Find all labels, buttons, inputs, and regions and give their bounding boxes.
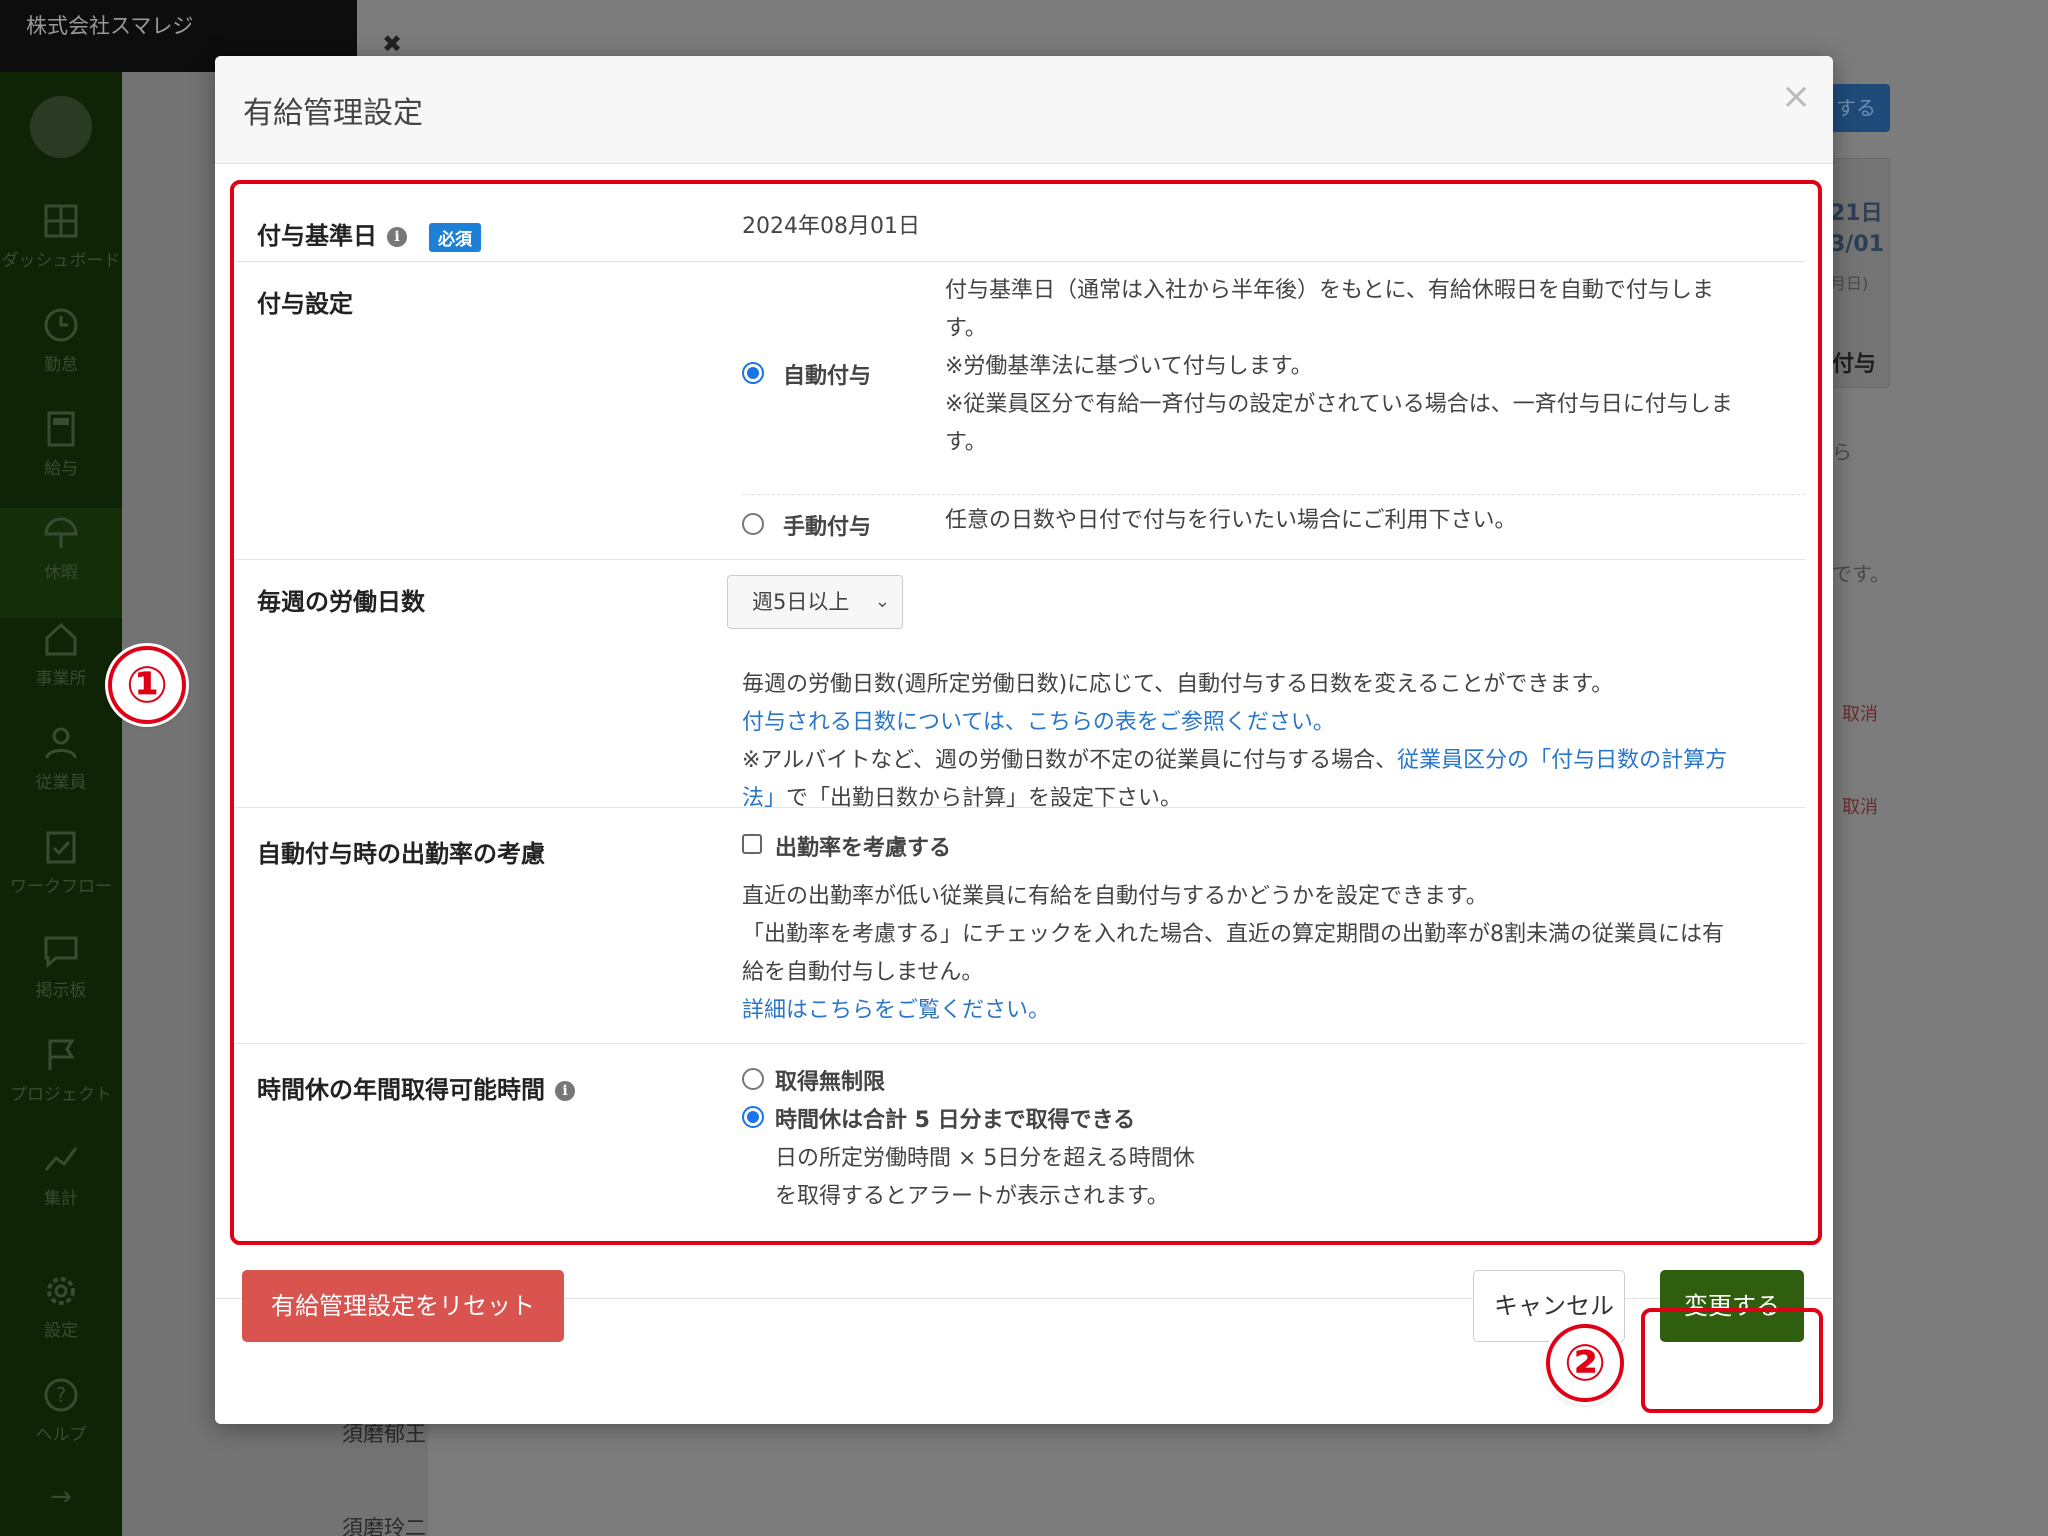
background-date: 月日)	[1830, 274, 1869, 293]
sidebar-item-board[interactable]: 掲示板	[0, 932, 122, 1032]
sidebar-item-label: 事業所	[35, 669, 87, 689]
sidebar-collapse-arrow[interactable]: →	[0, 1482, 122, 1522]
sidebar-item-label: 勤怠	[44, 355, 78, 375]
sidebar-item-dashboard[interactable]: ダッシュボード	[0, 202, 122, 302]
question-icon: ?	[44, 1378, 78, 1412]
sidebar: ダッシュボード 勤怠 給与 休暇 事業所 従業員 ワークフロー 掲示板 プロジェ…	[0, 72, 122, 1536]
close-icon[interactable]: ×	[1781, 76, 1811, 117]
house-icon	[45, 622, 77, 656]
sidebar-item-label: ワークフロー	[10, 877, 112, 897]
gear-icon	[47, 1277, 75, 1305]
background-close-icon[interactable]: ✖	[382, 30, 402, 58]
sidebar-item-label: 設定	[44, 1321, 78, 1341]
background-date: 3/01	[1830, 232, 1884, 257]
avatar[interactable]	[30, 96, 92, 158]
sidebar-item-reports[interactable]: 集計	[0, 1140, 122, 1240]
sidebar-item-label: ヘルプ	[35, 1425, 87, 1445]
sidebar-item-payroll[interactable]: 給与	[0, 410, 122, 510]
annotation-frame-1	[230, 180, 1822, 1245]
sidebar-item-project[interactable]: プロジェクト	[0, 1036, 122, 1136]
sidebar-item-help[interactable]: ? ヘルプ	[0, 1376, 122, 1476]
sidebar-item-label: 掲示板	[35, 981, 87, 1001]
dashboard-icon	[44, 204, 78, 238]
clipboard-check-icon	[46, 831, 76, 864]
sidebar-item-label: 休暇	[44, 563, 78, 583]
sidebar-item-employees[interactable]: 従業員	[0, 724, 122, 824]
modal-title: 有給管理設定	[243, 96, 423, 131]
sidebar-item-label: 給与	[44, 459, 78, 479]
sidebar-item-label: プロジェクト	[10, 1085, 112, 1105]
svg-text:?: ?	[56, 1383, 67, 1407]
annotation-marker-1: ①	[108, 646, 186, 724]
background-employee-name: 須磨玲二	[342, 1516, 426, 1536]
background-text: です。	[1832, 562, 1890, 586]
company-name: 株式会社スマレジ	[26, 14, 194, 38]
sidebar-item-office[interactable]: 事業所	[0, 620, 122, 720]
sidebar-item-workflow[interactable]: ワークフロー	[0, 828, 122, 928]
background-cancel-link[interactable]: 取消	[1842, 700, 1878, 726]
reset-settings-button[interactable]: 有給管理設定をリセット	[242, 1270, 564, 1342]
sidebar-item-label: 従業員	[35, 773, 87, 793]
background-copy-icon[interactable]: ら	[1832, 436, 1852, 465]
umbrella-icon	[44, 517, 78, 548]
sidebar-item-settings[interactable]: 設定	[0, 1272, 122, 1372]
annotation-frame-2	[1641, 1308, 1823, 1413]
sidebar-item-attendance[interactable]: 勤怠	[0, 306, 122, 406]
annotation-marker-2: ②	[1546, 1324, 1624, 1402]
sidebar-item-label: 集計	[44, 1189, 78, 1209]
background-label: 付与	[1832, 352, 1877, 377]
person-icon	[45, 727, 77, 759]
background-action-button[interactable]: する	[1830, 84, 1890, 132]
line-chart-icon	[44, 1147, 78, 1171]
background-date: 21日	[1830, 201, 1883, 226]
calculator-icon	[47, 411, 75, 447]
flag-icon	[48, 1039, 75, 1070]
sidebar-item-label: ダッシュボード	[1, 251, 121, 271]
clock-icon	[44, 308, 78, 342]
chat-bubble-icon	[44, 936, 78, 969]
modal-header: 有給管理設定 ×	[215, 56, 1833, 164]
background-cancel-link[interactable]: 取消	[1842, 793, 1878, 819]
sidebar-item-leave[interactable]: 休暇	[0, 508, 122, 618]
